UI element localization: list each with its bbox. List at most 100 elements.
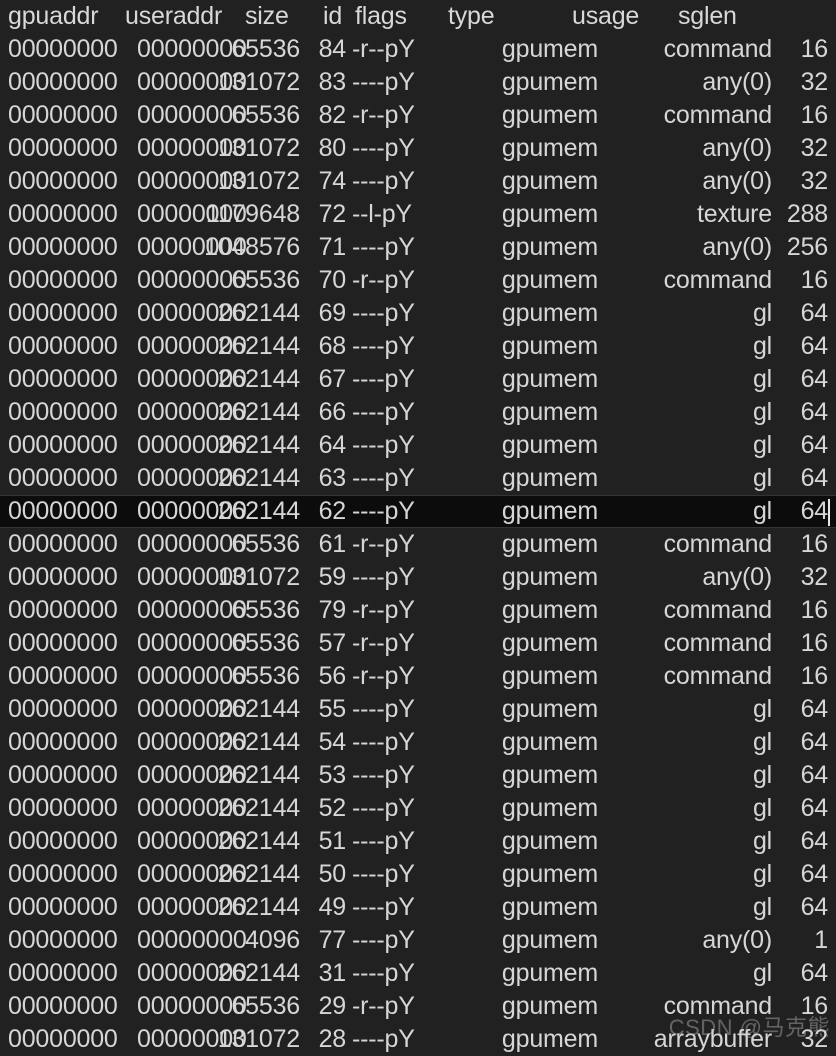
cell-sglen: 16 (800, 266, 829, 294)
cell-gpuaddr: 00000000 (8, 464, 118, 492)
table-row[interactable]: 00000000 00000000 65536 29 -r--pY gpumem comma… (0, 990, 836, 1023)
cell-gpuaddr: 00000000 (8, 794, 118, 822)
cell-flags: ----pY (352, 1025, 415, 1053)
cell-gpuaddr: 00000000 (8, 893, 118, 921)
cell-flags: ----pY (352, 398, 415, 426)
cell-gpuaddr: 00000000 (8, 233, 118, 261)
table-row[interactable]: 00000000 00000000 4096 77 ----pY gpumem any(0)… (0, 924, 836, 957)
cell-sglen: 64 (800, 497, 829, 525)
cell-flags: ----pY (352, 365, 415, 393)
cell-sglen: 16 (800, 530, 829, 558)
column-header-size: size (245, 2, 289, 30)
text-output-viewport[interactable]: gpuaddr useraddr size id flags type usag… (0, 0, 836, 1053)
cell-gpuaddr: 00000000 (8, 563, 118, 591)
cell-id: 84 (318, 35, 347, 63)
cell-id: 62 (318, 497, 347, 525)
column-header-flags: flags (355, 2, 407, 30)
table-row[interactable]: 00000000 00000000 262144 49 ----pY gpumem gl 64 (0, 891, 836, 924)
cell-sglen: 64 (800, 860, 829, 888)
cell-usage: command (663, 992, 773, 1020)
cell-id: 63 (318, 464, 347, 492)
cell-sglen: 64 (800, 794, 829, 822)
cell-flags: ----pY (352, 134, 415, 162)
table-row[interactable]: 00000000 00000000 65536 57 -r--pY gpumem comma… (0, 627, 836, 660)
table-row[interactable]: 00000000 00000000 65536 61 -r--pY gpumem comma… (0, 528, 836, 561)
cell-gpuaddr: 00000000 (8, 332, 118, 360)
table-row[interactable]: 00000000 00000000 262144 63 ----pY gpumem gl 64 (0, 462, 836, 495)
cell-id: 54 (318, 728, 347, 756)
table-row[interactable]: 00000000 00000000 262144 64 ----pY gpumem gl 64 (0, 429, 836, 462)
cell-id: 55 (318, 695, 347, 723)
cell-sglen: 64 (800, 464, 829, 492)
table-row[interactable]: 00000000 00000000 131072 28 ----pY gpumem arra… (0, 1023, 836, 1056)
cell-sglen: 32 (800, 563, 829, 591)
table-row[interactable]: 00000000 00000000 262144 51 ----pY gpumem gl 64 (0, 825, 836, 858)
table-row[interactable]: 00000000 00000000 1048576 71 ----pY gpumem any… (0, 231, 836, 264)
table-row[interactable]: 00000000 00000000 65536 56 -r--pY gpumem comma… (0, 660, 836, 693)
cell-id: 69 (318, 299, 347, 327)
cell-id: 77 (318, 926, 347, 954)
cell-sglen: 64 (800, 893, 829, 921)
cell-flags: ----pY (352, 431, 415, 459)
cell-sglen: 64 (800, 827, 829, 855)
table-row[interactable]: 00000000 00000000 262144 67 ----pY gpumem gl 64 (0, 363, 836, 396)
cell-sglen: 64 (800, 761, 829, 789)
cell-usage: gl (752, 332, 772, 360)
table-row[interactable]: 00000000 00000000 262144 50 ----pY gpumem gl 64 (0, 858, 836, 891)
table-row[interactable]: 00000000 00000000 262144 62 ----pY gpumem gl 64 (0, 495, 836, 528)
cell-id: 50 (318, 860, 347, 888)
cell-flags: ----pY (352, 464, 415, 492)
cell-gpuaddr: 00000000 (8, 728, 118, 756)
table-row[interactable]: 00000000 00000000 262144 54 ----pY gpumem gl 64 (0, 726, 836, 759)
table-row[interactable]: 00000000 00000000 1179648 72 --l-pY gpumem tex… (0, 198, 836, 231)
table-row[interactable]: 00000000 00000000 131072 80 ----pY gpumem any(… (0, 132, 836, 165)
cell-usage: command (663, 35, 773, 63)
cell-sglen: 256 (786, 233, 828, 261)
cell-id: 70 (318, 266, 347, 294)
cell-sglen: 64 (800, 398, 829, 426)
cell-flags: ----pY (352, 860, 415, 888)
table-row[interactable]: 00000000 00000000 131072 59 ----pY gpumem any(… (0, 561, 836, 594)
cell-id: 28 (318, 1025, 347, 1053)
cell-usage: gl (752, 695, 772, 723)
cell-gpuaddr: 00000000 (8, 992, 118, 1020)
cell-gpuaddr: 00000000 (8, 167, 118, 195)
cell-id: 72 (318, 200, 347, 228)
cell-id: 51 (318, 827, 347, 855)
cell-id: 64 (318, 431, 347, 459)
table-row[interactable]: 00000000 00000000 262144 52 ----pY gpumem gl 64 (0, 792, 836, 825)
text-caret (828, 499, 830, 526)
column-header-sglen: sglen (678, 2, 737, 30)
cell-usage: gl (752, 761, 772, 789)
cell-gpuaddr: 00000000 (8, 365, 118, 393)
table-header-row: gpuaddr useraddr size id flags type usag… (0, 0, 836, 33)
cell-usage: gl (752, 431, 772, 459)
table-row[interactable]: 00000000 00000000 65536 70 -r--pY gpumem comma… (0, 264, 836, 297)
cell-usage: any(0) (702, 167, 772, 195)
table-row[interactable]: 00000000 00000000 65536 79 -r--pY gpumem comma… (0, 594, 836, 627)
table-row[interactable]: 00000000 00000000 262144 31 ----pY gpumem gl 64 (0, 957, 836, 990)
cell-usage: command (663, 530, 773, 558)
cell-usage: arraybuffer (653, 1025, 772, 1053)
table-row[interactable]: 00000000 00000000 262144 66 ----pY gpumem gl 64 (0, 396, 836, 429)
cell-usage: gl (752, 299, 772, 327)
cell-gpuaddr: 00000000 (8, 761, 118, 789)
cell-flags: ----pY (352, 761, 415, 789)
table-row[interactable]: 00000000 00000000 262144 53 ----pY gpumem gl 64 (0, 759, 836, 792)
cell-gpuaddr: 00000000 (8, 926, 118, 954)
cell-gpuaddr: 00000000 (8, 68, 118, 96)
cell-gpuaddr: 00000000 (8, 35, 118, 63)
cell-sglen: 32 (800, 167, 829, 195)
table-row[interactable]: 00000000 00000000 131072 74 ----pY gpumem any(… (0, 165, 836, 198)
table-row[interactable]: 00000000 00000000 65536 84 -r--pY gpumem comma… (0, 33, 836, 66)
table-row[interactable]: 00000000 00000000 131072 83 ----pY gpumem any(… (0, 66, 836, 99)
table-row[interactable]: 00000000 00000000 262144 69 ----pY gpumem gl 64 (0, 297, 836, 330)
cell-usage: gl (752, 728, 772, 756)
table-row[interactable]: 00000000 00000000 65536 82 -r--pY gpumem comma… (0, 99, 836, 132)
cell-id: 67 (318, 365, 347, 393)
table-row[interactable]: 00000000 00000000 262144 68 ----pY gpumem gl 64 (0, 330, 836, 363)
cell-flags: -r--pY (352, 266, 415, 294)
table-row[interactable]: 00000000 00000000 262144 55 ----pY gpumem gl 64 (0, 693, 836, 726)
cell-flags: ----pY (352, 959, 415, 987)
cell-usage: any(0) (702, 134, 772, 162)
